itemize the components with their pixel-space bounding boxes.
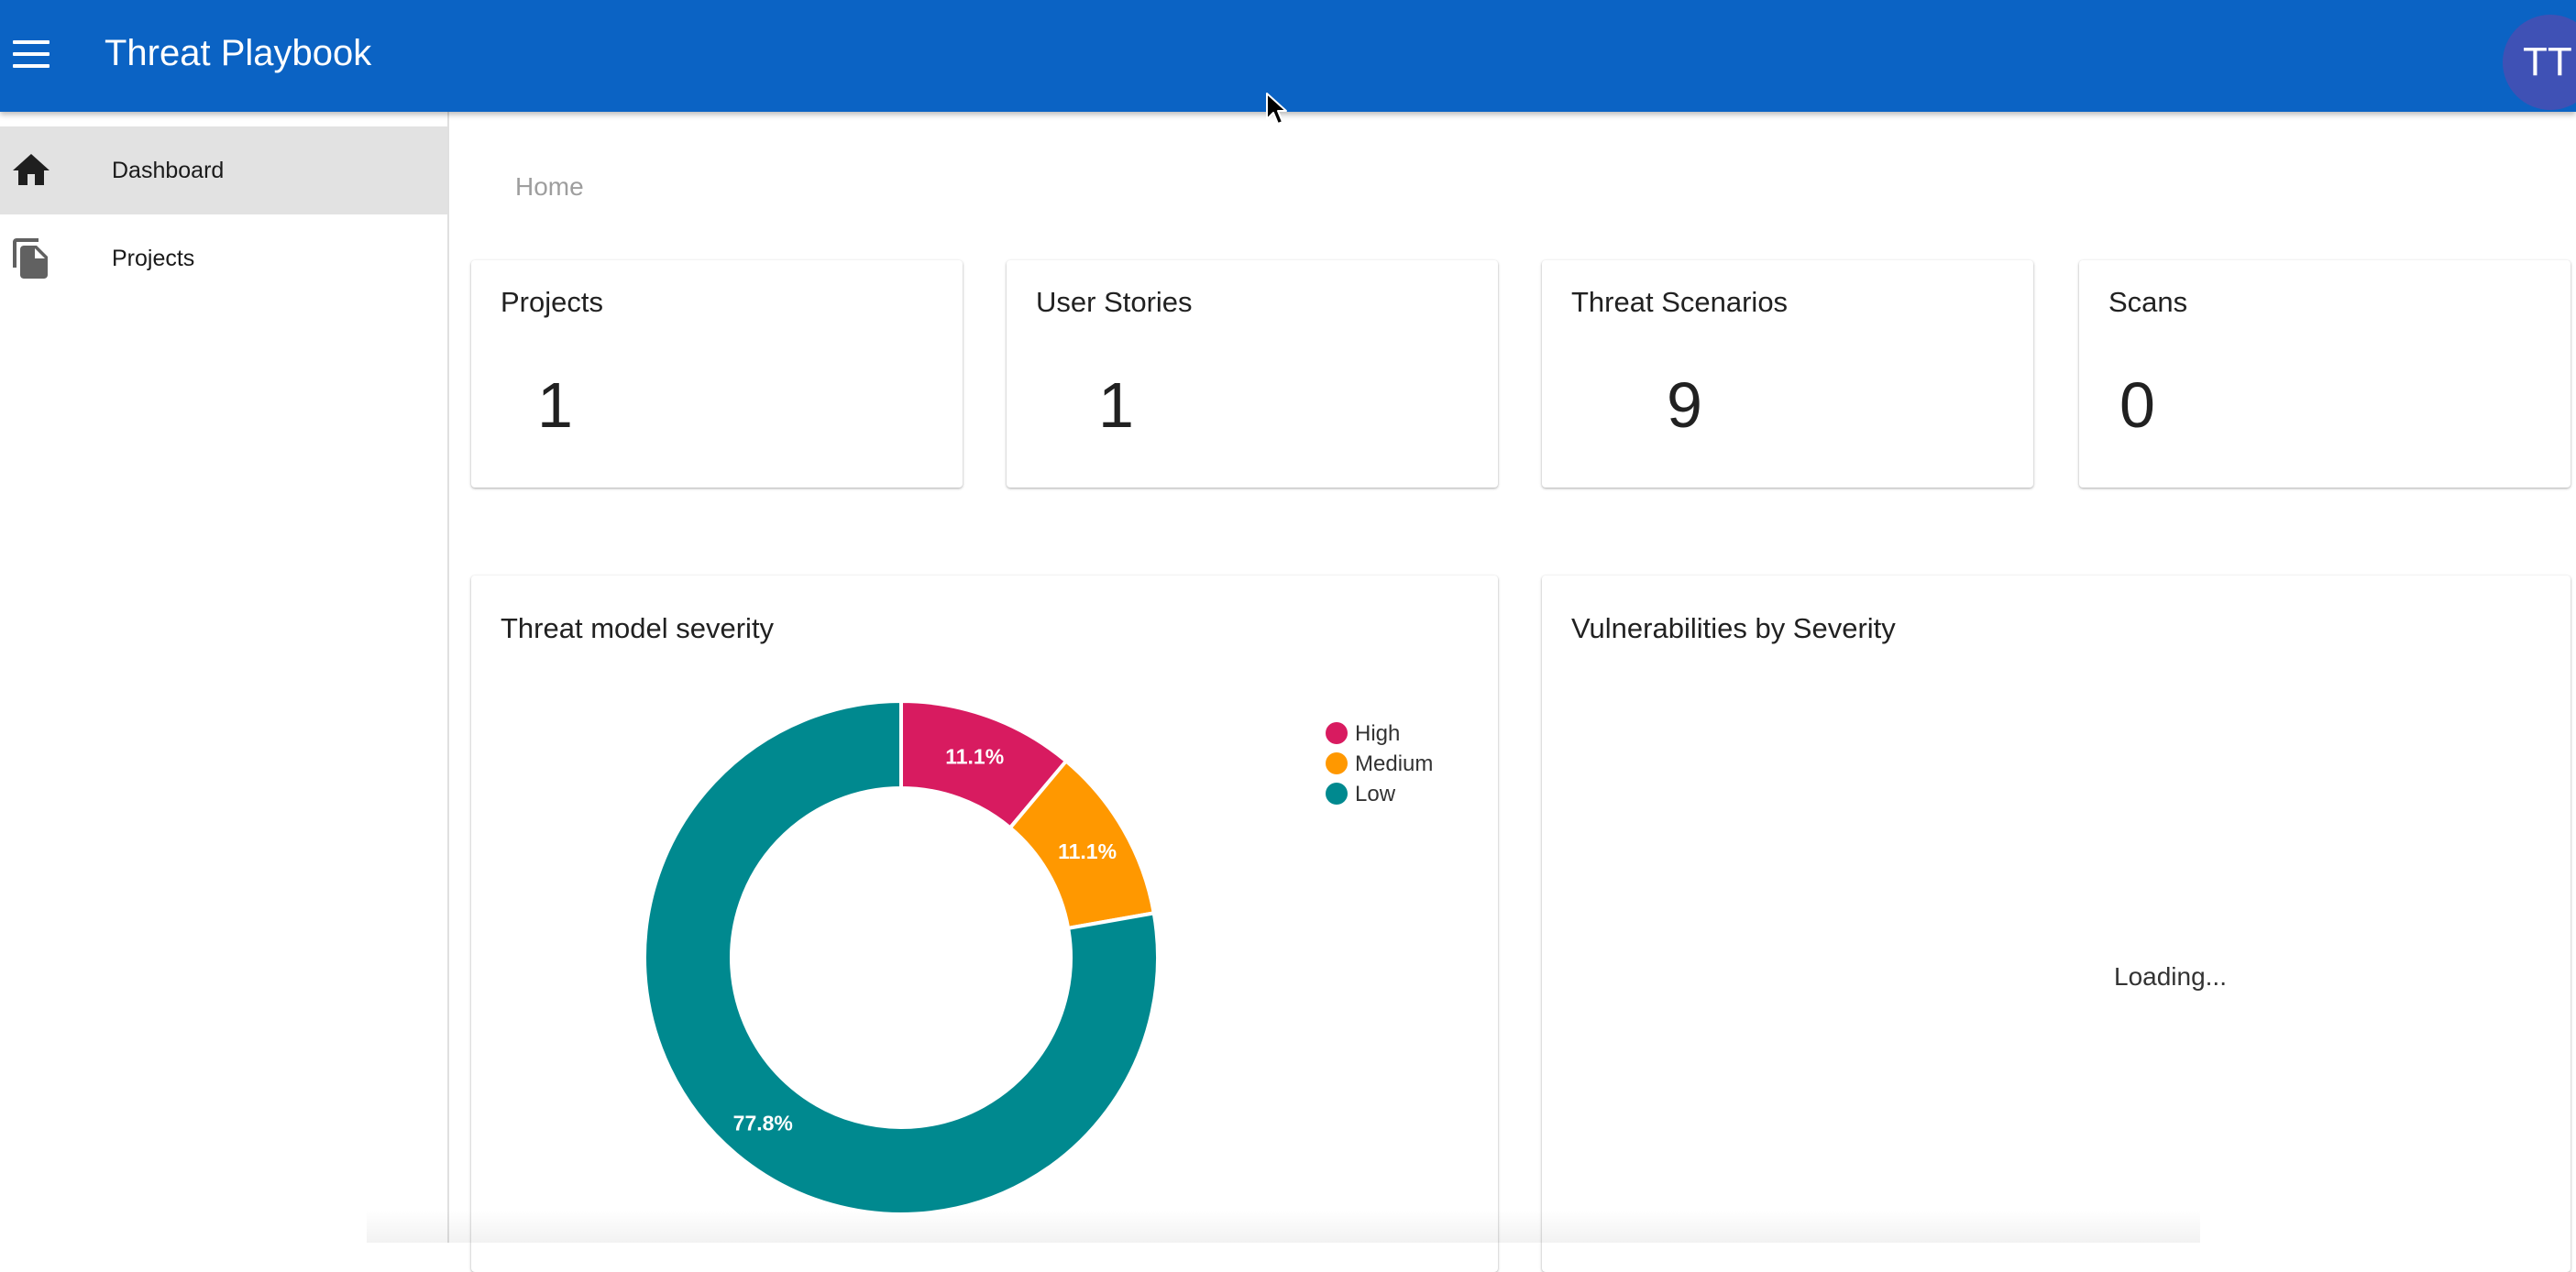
stat-card-value: 1 <box>1098 369 1134 441</box>
legend-label: Low <box>1355 782 1396 806</box>
sidebar-item-label: Dashboard <box>112 158 225 183</box>
donut-label-high: 11.1% <box>945 745 1004 769</box>
mouse-cursor-icon <box>1266 93 1287 125</box>
sidebar-item-projects[interactable]: Projects <box>0 214 447 302</box>
severity-chart-card: Threat model severity 11.1% 11.1% 77.8% Hi… <box>471 576 1498 1272</box>
stat-card-value: 9 <box>1667 369 1702 441</box>
stat-card-value: 0 <box>2119 369 2155 441</box>
stat-card-scans: Scans 0 <box>2079 260 2570 488</box>
severity-donut-chart: 11.1% 11.1% 77.8% <box>643 698 1160 1216</box>
stat-card-threat-scenarios: Threat Scenarios 9 <box>1542 260 2033 488</box>
breadcrumb-home[interactable]: Home <box>515 172 584 201</box>
stat-card-title: Projects <box>501 286 603 318</box>
legend-label: Medium <box>1355 751 1434 776</box>
stat-card-user-stories: User Stories 1 <box>1007 260 1498 488</box>
loading-text: Loading... <box>2114 962 2227 991</box>
stat-card-value: 1 <box>537 369 573 441</box>
sidebar: Dashboard Projects <box>0 112 449 1243</box>
donut-label-medium: 11.1% <box>1058 839 1117 863</box>
stat-card-title: User Stories <box>1036 286 1193 318</box>
donut-label-low: 77.8% <box>733 1112 793 1135</box>
home-icon <box>13 154 50 185</box>
stat-card-projects: Projects 1 <box>471 260 963 488</box>
avatar[interactable]: TT <box>2503 15 2576 110</box>
app-title: Threat Playbook <box>105 33 372 73</box>
menu-icon[interactable] <box>13 40 50 70</box>
breadcrumb[interactable]: Home <box>515 170 584 203</box>
vulnerabilities-chart-card: Vulnerabilities by Severity Loading... <box>1542 576 2570 1272</box>
sidebar-item-label: Projects <box>112 246 195 271</box>
legend-dot <box>1326 783 1348 805</box>
legend-dot <box>1326 752 1348 774</box>
stat-card-title: Threat Scenarios <box>1571 286 1789 318</box>
legend-label: High <box>1355 721 1401 746</box>
legend-dot <box>1326 722 1348 744</box>
file-copy-icon <box>13 238 48 279</box>
chart-title: Vulnerabilities by Severity <box>1571 612 1896 644</box>
stat-card-title: Scans <box>2108 286 2188 318</box>
sidebar-item-dashboard[interactable]: Dashboard <box>0 126 447 214</box>
